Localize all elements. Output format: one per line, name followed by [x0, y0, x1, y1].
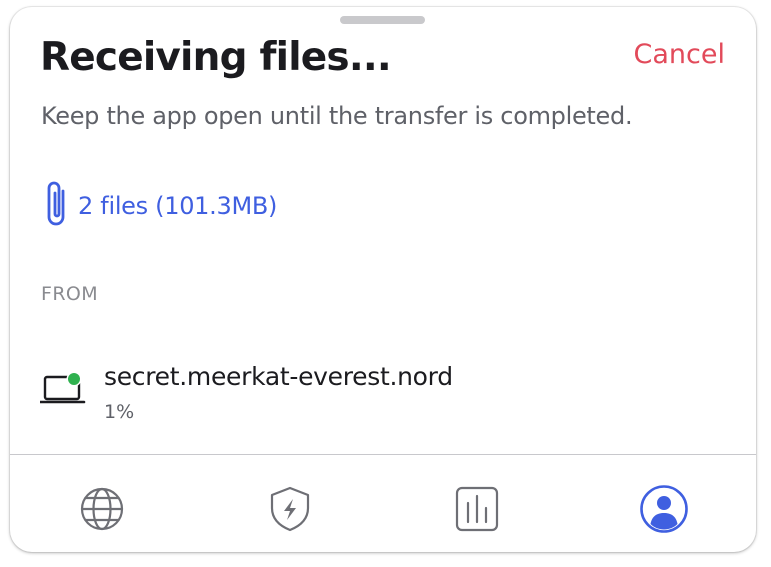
profile-icon [639, 484, 689, 538]
paperclip-icon [44, 180, 70, 232]
sheet-grabber-handle[interactable] [340, 16, 425, 24]
page-title: Receiving files... [40, 35, 392, 80]
tab-profile[interactable] [638, 485, 690, 537]
files-count-size: 2 files (101.3MB) [78, 192, 278, 220]
shield-bolt-icon [266, 485, 314, 537]
chart-icon [453, 485, 501, 537]
page-subtitle: Keep the app open until the transfer is … [41, 102, 633, 130]
device-name: secret.meerkat-everest.nord [104, 362, 453, 391]
tab-stats[interactable] [451, 485, 503, 537]
cancel-button[interactable]: Cancel [634, 39, 725, 70]
bottom-tab-bar [10, 455, 756, 552]
globe-icon [78, 485, 126, 537]
tab-threat-protection[interactable] [264, 485, 316, 537]
from-section-label: FROM [41, 283, 99, 305]
transfer-progress: 1% [104, 401, 135, 423]
tab-globe[interactable] [76, 485, 128, 537]
files-summary-link[interactable]: 2 files (101.3MB) [44, 178, 277, 234]
receiving-files-sheet: Receiving files... Cancel Keep the app o… [10, 7, 756, 552]
laptop-icon [38, 370, 88, 406]
sender-device-row: secret.meerkat-everest.nord 1% [38, 362, 740, 427]
online-status-dot [68, 373, 80, 385]
